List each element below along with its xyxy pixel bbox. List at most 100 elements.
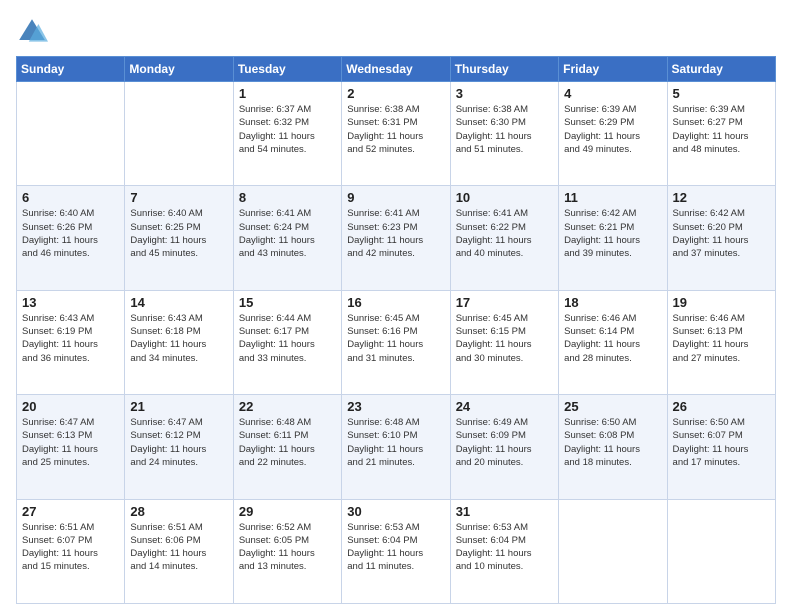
calendar-cell: 5Sunrise: 6:39 AM Sunset: 6:27 PM Daylig… [667, 82, 775, 186]
day-info: Sunrise: 6:44 AM Sunset: 6:17 PM Dayligh… [239, 312, 336, 365]
calendar-week-2: 6 Sunrise: 6:40 AM Sunset: 6:26 PM Daylig… [17, 186, 776, 290]
day-info: Sunrise: 6:51 AM Sunset: 6:07 PM Dayligh… [22, 521, 119, 574]
day-info: Sunrise: 6:38 AM Sunset: 6:30 PM Dayligh… [456, 103, 553, 156]
calendar-cell [667, 499, 775, 603]
calendar-cell [125, 82, 233, 186]
day-number: 23 [347, 399, 444, 414]
day-number: 26 [673, 399, 770, 414]
day-info: Sunrise: 6:47 AM Sunset: 6:13 PM Dayligh… [22, 416, 119, 469]
day-number: 28 [130, 504, 227, 519]
calendar-week-3: 13 Sunrise: 6:43 AM Sunset: 6:19 PM Dayli… [17, 290, 776, 394]
weekday-header-saturday: Saturday [667, 57, 775, 82]
calendar-cell: 31Sunrise: 6:53 AM Sunset: 6:04 PM Dayli… [450, 499, 558, 603]
day-number: 9 [347, 190, 444, 205]
day-info: Sunrise: 6:53 AM Sunset: 6:04 PM Dayligh… [347, 521, 444, 574]
calendar-cell: 24 Sunrise: 6:49 AM Sunset: 6:09 PM Dayli… [450, 395, 558, 499]
calendar-cell: 21Sunrise: 6:47 AM Sunset: 6:12 PM Dayli… [125, 395, 233, 499]
calendar-cell: 1 Sunrise: 6:37 AM Sunset: 6:32 PM Daylig… [233, 82, 341, 186]
day-number: 10 [456, 190, 553, 205]
day-number: 17 [456, 295, 553, 310]
day-number: 24 [456, 399, 553, 414]
day-info: Sunrise: 6:48 AM Sunset: 6:11 PM Dayligh… [239, 416, 336, 469]
calendar-cell: 27 Sunrise: 6:51 AM Sunset: 6:07 PM Dayli… [17, 499, 125, 603]
calendar-week-1: 1 Sunrise: 6:37 AM Sunset: 6:32 PM Daylig… [17, 82, 776, 186]
day-info: Sunrise: 6:45 AM Sunset: 6:16 PM Dayligh… [347, 312, 444, 365]
day-number: 18 [564, 295, 661, 310]
day-number: 22 [239, 399, 336, 414]
logo [16, 16, 52, 48]
day-number: 14 [130, 295, 227, 310]
page: SundayMondayTuesdayWednesdayThursdayFrid… [0, 0, 792, 612]
calendar-cell: 19 Sunrise: 6:46 AM Sunset: 6:13 PM Dayli… [667, 290, 775, 394]
day-number: 16 [347, 295, 444, 310]
weekday-header-thursday: Thursday [450, 57, 558, 82]
calendar-cell: 10 Sunrise: 6:41 AM Sunset: 6:22 PM Dayli… [450, 186, 558, 290]
weekday-header-monday: Monday [125, 57, 233, 82]
calendar-cell: 20 Sunrise: 6:47 AM Sunset: 6:13 PM Dayli… [17, 395, 125, 499]
day-number: 12 [673, 190, 770, 205]
day-number: 4 [564, 86, 661, 101]
day-number: 29 [239, 504, 336, 519]
calendar-cell: 17Sunrise: 6:45 AM Sunset: 6:15 PM Dayli… [450, 290, 558, 394]
calendar-cell: 8 Sunrise: 6:41 AM Sunset: 6:24 PM Daylig… [233, 186, 341, 290]
calendar-cell: 9 Sunrise: 6:41 AM Sunset: 6:23 PM Daylig… [342, 186, 450, 290]
calendar-cell: 28 Sunrise: 6:51 AM Sunset: 6:06 PM Dayli… [125, 499, 233, 603]
calendar-cell: 15 Sunrise: 6:44 AM Sunset: 6:17 PM Dayli… [233, 290, 341, 394]
day-number: 3 [456, 86, 553, 101]
weekday-header-wednesday: Wednesday [342, 57, 450, 82]
calendar-cell: 3 Sunrise: 6:38 AM Sunset: 6:30 PM Daylig… [450, 82, 558, 186]
day-number: 15 [239, 295, 336, 310]
day-number: 27 [22, 504, 119, 519]
day-number: 30 [347, 504, 444, 519]
day-number: 20 [22, 399, 119, 414]
calendar-cell [17, 82, 125, 186]
day-info: Sunrise: 6:50 AM Sunset: 6:07 PM Dayligh… [673, 416, 770, 469]
day-info: Sunrise: 6:38 AM Sunset: 6:31 PM Dayligh… [347, 103, 444, 156]
day-number: 25 [564, 399, 661, 414]
calendar-cell: 14Sunrise: 6:43 AM Sunset: 6:18 PM Dayli… [125, 290, 233, 394]
day-info: Sunrise: 6:41 AM Sunset: 6:24 PM Dayligh… [239, 207, 336, 260]
calendar-cell: 18 Sunrise: 6:46 AM Sunset: 6:14 PM Dayli… [559, 290, 667, 394]
day-info: Sunrise: 6:39 AM Sunset: 6:29 PM Dayligh… [564, 103, 661, 156]
header [16, 16, 776, 48]
calendar-cell: 26 Sunrise: 6:50 AM Sunset: 6:07 PM Dayli… [667, 395, 775, 499]
day-info: Sunrise: 6:49 AM Sunset: 6:09 PM Dayligh… [456, 416, 553, 469]
calendar-cell: 6 Sunrise: 6:40 AM Sunset: 6:26 PM Daylig… [17, 186, 125, 290]
calendar-cell: 25Sunrise: 6:50 AM Sunset: 6:08 PM Dayli… [559, 395, 667, 499]
weekday-header-friday: Friday [559, 57, 667, 82]
day-number: 19 [673, 295, 770, 310]
calendar-week-5: 27 Sunrise: 6:51 AM Sunset: 6:07 PM Dayli… [17, 499, 776, 603]
calendar-cell: 11 Sunrise: 6:42 AM Sunset: 6:21 PM Dayli… [559, 186, 667, 290]
day-number: 1 [239, 86, 336, 101]
calendar-cell: 29 Sunrise: 6:52 AM Sunset: 6:05 PM Dayli… [233, 499, 341, 603]
weekday-header-sunday: Sunday [17, 57, 125, 82]
day-number: 13 [22, 295, 119, 310]
calendar-cell [559, 499, 667, 603]
day-info: Sunrise: 6:51 AM Sunset: 6:06 PM Dayligh… [130, 521, 227, 574]
day-info: Sunrise: 6:52 AM Sunset: 6:05 PM Dayligh… [239, 521, 336, 574]
day-number: 8 [239, 190, 336, 205]
calendar-cell: 22 Sunrise: 6:48 AM Sunset: 6:11 PM Dayli… [233, 395, 341, 499]
day-info: Sunrise: 6:40 AM Sunset: 6:26 PM Dayligh… [22, 207, 119, 260]
day-info: Sunrise: 6:41 AM Sunset: 6:23 PM Dayligh… [347, 207, 444, 260]
calendar-cell: 2 Sunrise: 6:38 AM Sunset: 6:31 PM Daylig… [342, 82, 450, 186]
calendar-cell: 4 Sunrise: 6:39 AM Sunset: 6:29 PM Daylig… [559, 82, 667, 186]
day-number: 6 [22, 190, 119, 205]
calendar-cell: 13 Sunrise: 6:43 AM Sunset: 6:19 PM Dayli… [17, 290, 125, 394]
day-info: Sunrise: 6:42 AM Sunset: 6:21 PM Dayligh… [564, 207, 661, 260]
day-info: Sunrise: 6:48 AM Sunset: 6:10 PM Dayligh… [347, 416, 444, 469]
day-info: Sunrise: 6:37 AM Sunset: 6:32 PM Dayligh… [239, 103, 336, 156]
calendar-week-4: 20 Sunrise: 6:47 AM Sunset: 6:13 PM Dayli… [17, 395, 776, 499]
day-number: 21 [130, 399, 227, 414]
calendar-cell: 16 Sunrise: 6:45 AM Sunset: 6:16 PM Dayli… [342, 290, 450, 394]
day-number: 2 [347, 86, 444, 101]
day-info: Sunrise: 6:46 AM Sunset: 6:13 PM Dayligh… [673, 312, 770, 365]
day-number: 7 [130, 190, 227, 205]
day-number: 11 [564, 190, 661, 205]
calendar: SundayMondayTuesdayWednesdayThursdayFrid… [16, 56, 776, 604]
day-info: Sunrise: 6:53 AM Sunset: 6:04 PM Dayligh… [456, 521, 553, 574]
day-info: Sunrise: 6:42 AM Sunset: 6:20 PM Dayligh… [673, 207, 770, 260]
day-info: Sunrise: 6:41 AM Sunset: 6:22 PM Dayligh… [456, 207, 553, 260]
day-info: Sunrise: 6:46 AM Sunset: 6:14 PM Dayligh… [564, 312, 661, 365]
day-info: Sunrise: 6:43 AM Sunset: 6:19 PM Dayligh… [22, 312, 119, 365]
